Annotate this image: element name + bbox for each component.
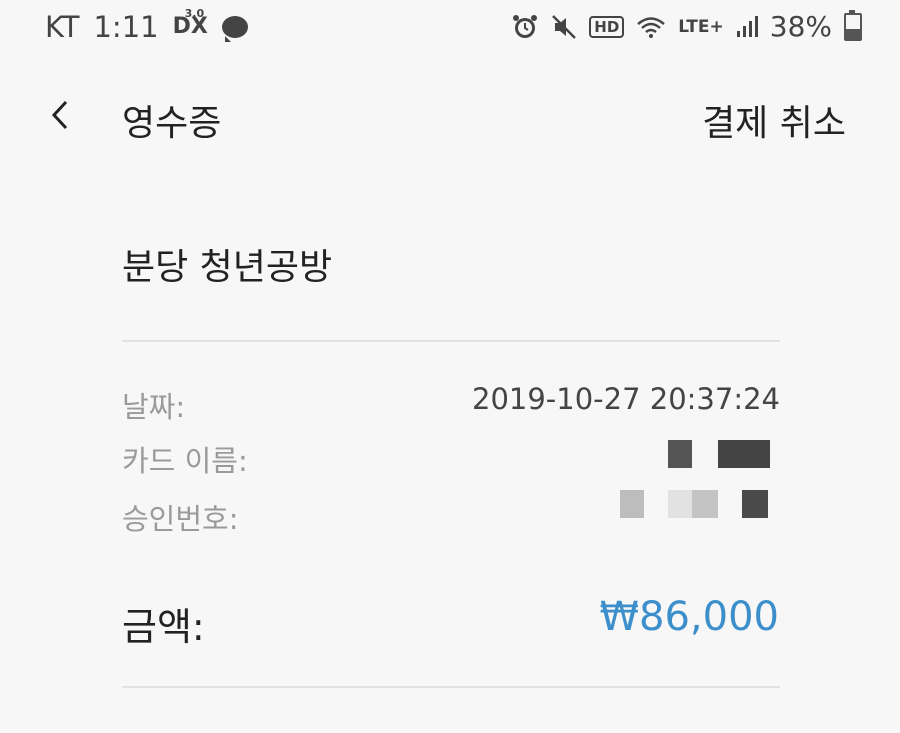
divider-bottom xyxy=(122,686,780,688)
hd-voice-icon: HD xyxy=(589,15,625,38)
status-right: HD LTE+ 38% xyxy=(511,9,862,43)
wifi-icon xyxy=(637,16,666,38)
cancel-payment-button[interactable]: 결제 취소 xyxy=(702,94,846,146)
divider-top xyxy=(122,340,780,342)
card-name-label: 카드 이름: xyxy=(122,444,248,478)
battery-icon xyxy=(844,9,862,41)
mute-icon xyxy=(552,14,577,39)
page-title: 영수증 xyxy=(122,103,222,144)
lte-icon: LTE+ xyxy=(678,16,724,37)
date-value: 2019-10-27 20:37:24 xyxy=(472,382,780,416)
dx-version: 3.0 xyxy=(184,7,205,20)
status-left: KT 1:11 3.0 DX xyxy=(45,8,248,44)
amount-label: 금액: xyxy=(122,605,205,649)
alarm-icon xyxy=(513,14,538,38)
dx-icon: 3.0 DX xyxy=(173,8,208,38)
signal-icon xyxy=(736,15,758,37)
amount-value: ₩86,000 xyxy=(599,594,779,640)
merchant-name: 분당 청년공방 xyxy=(122,247,333,288)
status-bar: KT 1:11 3.0 DX HD LTE+ 38% xyxy=(0,0,900,56)
approval-number-label: 승인번호: xyxy=(122,502,239,536)
clock: 1:11 xyxy=(93,10,159,44)
app-bar: 영수증 결제 취소 xyxy=(0,72,900,162)
chat-notification-icon xyxy=(221,16,248,42)
date-label: 날짜: xyxy=(122,390,186,424)
carrier-label: KT xyxy=(45,10,80,44)
battery-percent: 38% xyxy=(769,10,832,43)
back-arrow-icon[interactable] xyxy=(40,90,80,140)
